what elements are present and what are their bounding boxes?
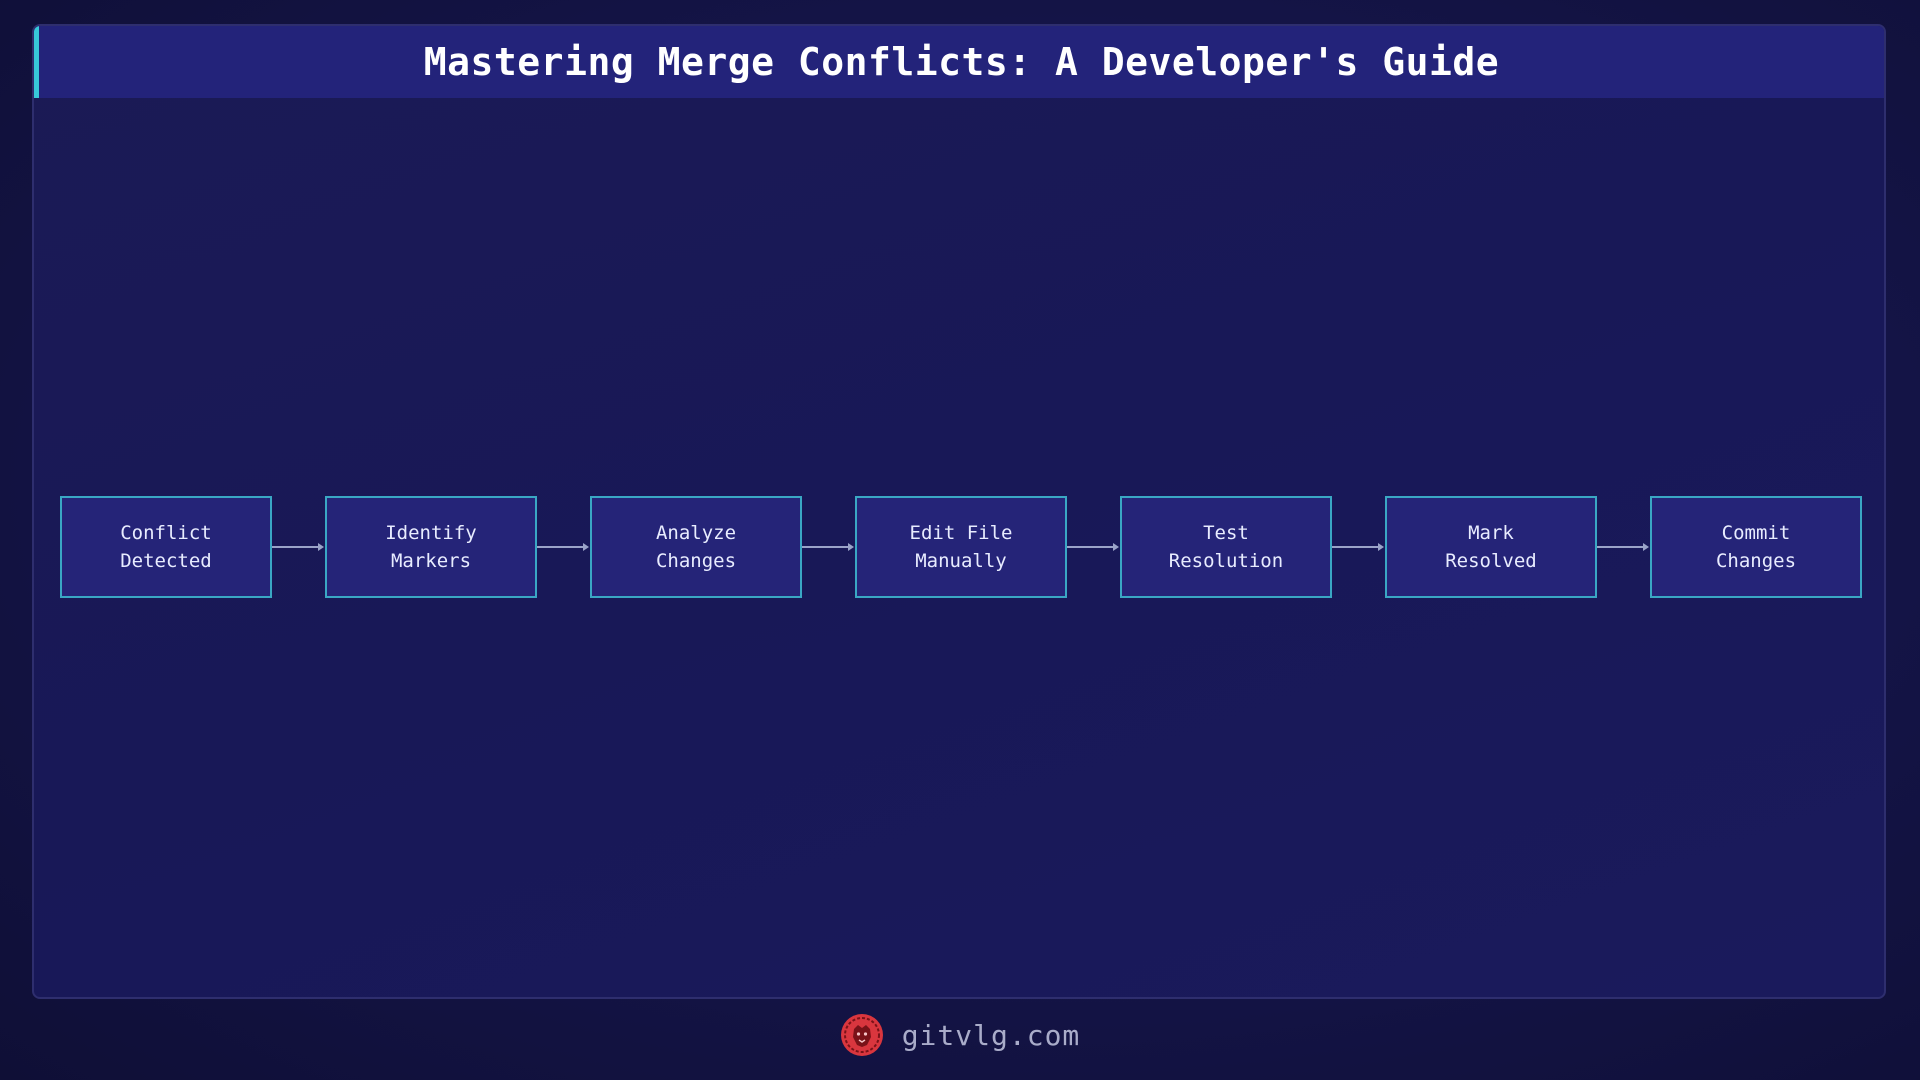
- lion-head-icon: [840, 1014, 883, 1056]
- arrow-connector: [1067, 543, 1119, 551]
- step-label: Mark Resolved: [1445, 522, 1537, 572]
- footer: gitvlg.com: [0, 1010, 1920, 1060]
- arrow-connector: [1332, 543, 1384, 551]
- step-label: Test Resolution: [1168, 522, 1284, 572]
- diagram-frame: Mastering Merge Conflicts: A Developer's…: [32, 24, 1886, 999]
- arrow-connector: [1597, 543, 1649, 551]
- arrow-connector: [272, 543, 324, 551]
- arrow-connector: [802, 543, 854, 551]
- step-analyze-changes: Analyze Changes: [590, 496, 802, 598]
- step-label: Conflict Detected: [120, 522, 212, 572]
- step-label: Edit File Manually: [909, 522, 1013, 572]
- step-identify-markers: Identify Markers: [325, 496, 537, 598]
- footer-site-name: gitvlg.com: [901, 1018, 1081, 1052]
- step-label: Analyze Changes: [655, 522, 737, 572]
- step-commit-changes: Commit Changes: [1650, 496, 1862, 598]
- arrow-connector: [537, 543, 589, 551]
- step-label: Identify Markers: [385, 522, 477, 572]
- step-label: Commit Changes: [1715, 522, 1797, 572]
- step-test-resolution: Test Resolution: [1120, 496, 1332, 598]
- step-conflict-detected: Conflict Detected: [60, 496, 272, 598]
- step-mark-resolved: Mark Resolved: [1385, 496, 1597, 598]
- flowchart: Conflict Detected Identify Markers Analy…: [34, 26, 1884, 997]
- step-edit-file-manually: Edit File Manually: [855, 496, 1067, 598]
